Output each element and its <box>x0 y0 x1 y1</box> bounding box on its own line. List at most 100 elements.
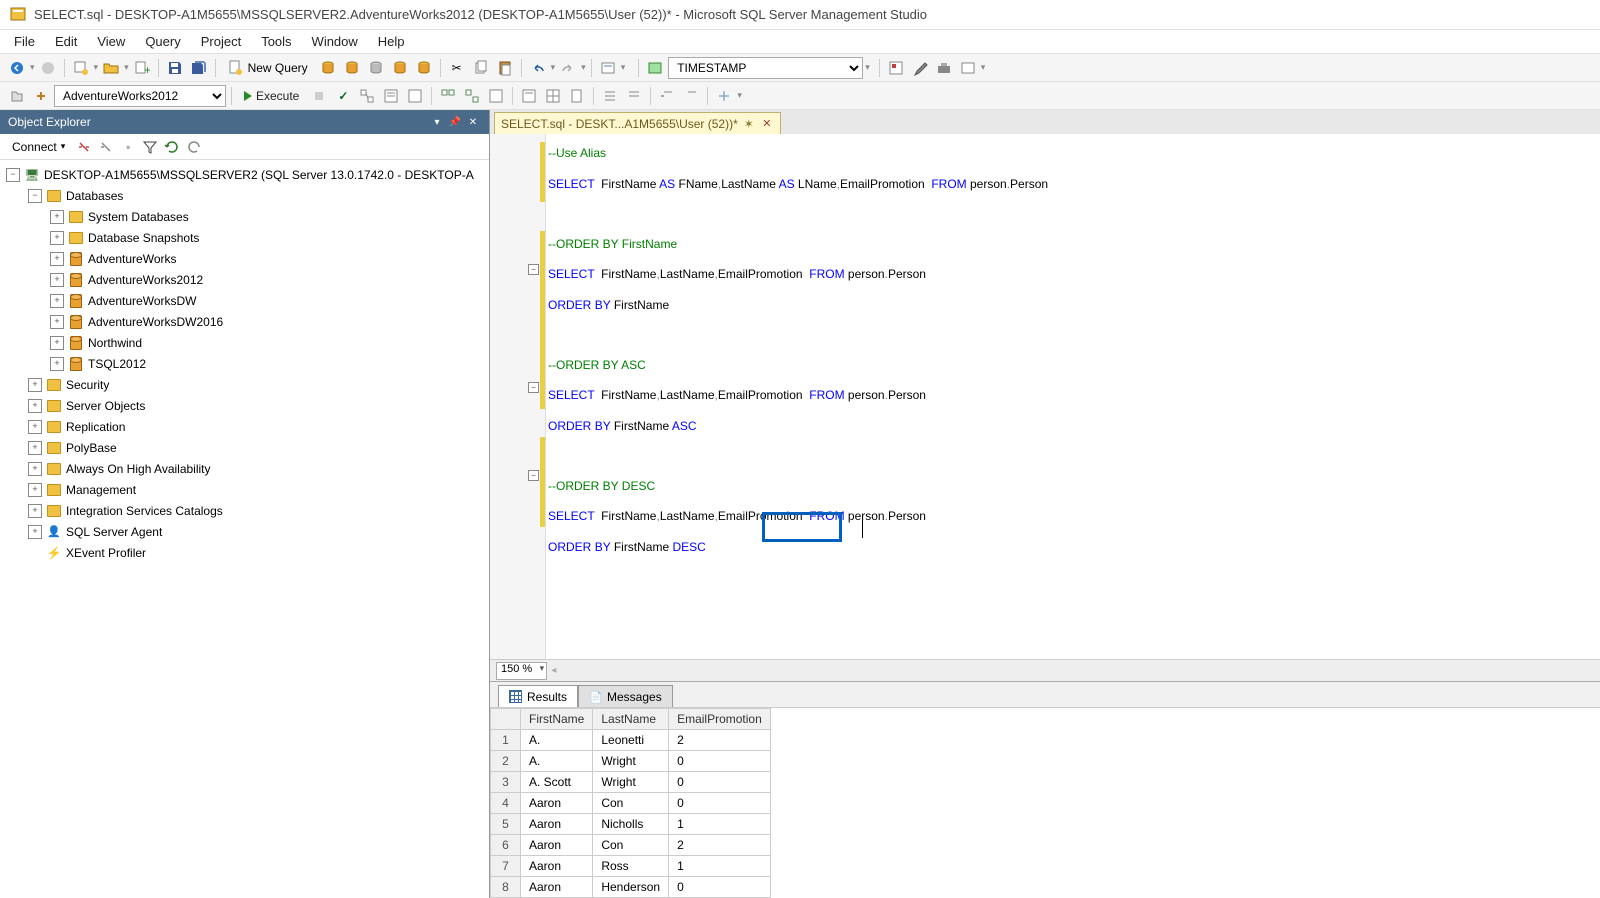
panel-dropdown-button[interactable]: ▾ <box>429 114 445 130</box>
code-text[interactable]: --Use Alias SELECT FirstName AS FName,La… <box>546 134 1600 659</box>
grid-row[interactable]: 2A.Wright0 <box>491 751 771 772</box>
grid-row[interactable]: 6AaronCon2 <box>491 835 771 856</box>
grid-cell[interactable]: Leonetti <box>593 730 669 751</box>
grid-cell[interactable]: Aaron <box>521 877 593 898</box>
code-editor[interactable]: − − − --Use Alias SELECT FirstName AS FN… <box>490 134 1600 659</box>
document-tab[interactable]: SELECT.sql - DESKT...A1M5655\User (52))*… <box>494 112 781 134</box>
grid-row[interactable]: 5AaronNicholls1 <box>491 814 771 835</box>
undo-button[interactable] <box>527 57 549 79</box>
grid-row[interactable]: 4AaronCon0 <box>491 793 771 814</box>
toolbox-button[interactable] <box>933 57 955 79</box>
tree-databases-node[interactable]: −Databases <box>0 185 489 206</box>
filter-disabled-icon[interactable]: ▪ <box>119 138 137 156</box>
messages-tab[interactable]: Messages <box>578 685 673 707</box>
db-query-button-3[interactable] <box>365 57 387 79</box>
grid-cell[interactable]: 1 <box>669 814 771 835</box>
menu-edit[interactable]: Edit <box>45 31 87 52</box>
grid-cell[interactable]: 2 <box>669 835 771 856</box>
grid-row[interactable]: 8AaronHenderson0 <box>491 877 771 898</box>
row-header[interactable]: 4 <box>491 793 521 814</box>
parse-button[interactable] <box>332 85 354 107</box>
save-button[interactable] <box>164 57 186 79</box>
new-query-button[interactable]: New Query <box>221 57 315 79</box>
nav-fwd-button[interactable] <box>37 57 59 79</box>
col-emailpromotion[interactable]: EmailPromotion <box>669 709 771 730</box>
grid-cell[interactable]: Ross <box>593 856 669 877</box>
grid-cell[interactable]: Aaron <box>521 835 593 856</box>
row-header[interactable]: 1 <box>491 730 521 751</box>
tree-management-node[interactable]: +Management <box>0 479 489 500</box>
tree-replication-node[interactable]: +Replication <box>0 416 489 437</box>
include-plan-button[interactable] <box>437 85 459 107</box>
change-connection-button[interactable] <box>30 85 52 107</box>
tree-polybase-node[interactable]: +PolyBase <box>0 437 489 458</box>
grid-cell[interactable]: Aaron <box>521 856 593 877</box>
open-file-button[interactable] <box>100 57 122 79</box>
scroll-left-icon[interactable]: ◂ <box>551 665 556 676</box>
tree-db-node[interactable]: +AdventureWorksDW2016 <box>0 311 489 332</box>
grid-cell[interactable]: 0 <box>669 877 771 898</box>
results-text-button[interactable] <box>518 85 540 107</box>
grid-cell[interactable]: Con <box>593 835 669 856</box>
grid-cell[interactable]: A. <box>521 751 593 772</box>
database-combo[interactable]: AdventureWorks2012 <box>54 85 226 107</box>
tree-db-node[interactable]: +AdventureWorks <box>0 248 489 269</box>
display-plan-button[interactable] <box>356 85 378 107</box>
grid-cell[interactable]: 0 <box>669 772 771 793</box>
tree-security-node[interactable]: +Security <box>0 374 489 395</box>
tree-db-node[interactable]: +AdventureWorksDW <box>0 290 489 311</box>
refresh-parent-button[interactable] <box>185 138 203 156</box>
row-header[interactable]: 6 <box>491 835 521 856</box>
row-header[interactable]: 8 <box>491 877 521 898</box>
grid-cell[interactable]: 1 <box>669 856 771 877</box>
tree-server-node[interactable]: −🖥DESKTOP-A1M5655\MSSQLSERVER2 (SQL Serv… <box>0 164 489 185</box>
menu-view[interactable]: View <box>87 31 135 52</box>
grid-cell[interactable]: A. Scott <box>521 772 593 793</box>
grid-cell[interactable]: 0 <box>669 793 771 814</box>
tab-close-button[interactable]: ✕ <box>760 117 774 131</box>
uncomment-button[interactable] <box>623 85 645 107</box>
filter-button[interactable] <box>141 138 159 156</box>
tree-db-node[interactable]: +AdventureWorks2012 <box>0 269 489 290</box>
grid-cell[interactable]: Henderson <box>593 877 669 898</box>
grid-cell[interactable]: 0 <box>669 751 771 772</box>
paste-button[interactable] <box>494 57 516 79</box>
client-stats-button[interactable] <box>485 85 507 107</box>
results-file-button[interactable] <box>566 85 588 107</box>
menu-project[interactable]: Project <box>191 31 251 52</box>
outdent-button[interactable] <box>680 85 702 107</box>
panel-close-button[interactable]: ✕ <box>465 114 481 130</box>
grid-cell[interactable]: Wright <box>593 772 669 793</box>
type-combo[interactable]: TIMESTAMP <box>668 57 863 79</box>
grid-cell[interactable]: A. <box>521 730 593 751</box>
comment-button[interactable] <box>599 85 621 107</box>
row-header[interactable]: 3 <box>491 772 521 793</box>
nav-back-button[interactable] <box>6 57 28 79</box>
activity-button[interactable] <box>644 57 666 79</box>
tree-alwayson-node[interactable]: +Always On High Availability <box>0 458 489 479</box>
tree-agent-node[interactable]: +SQL Server Agent <box>0 521 489 542</box>
tree-intsvc-node[interactable]: +Integration Services Catalogs <box>0 500 489 521</box>
menu-query[interactable]: Query <box>135 31 190 52</box>
row-header[interactable]: 7 <box>491 856 521 877</box>
view-button[interactable] <box>957 57 979 79</box>
object-tree[interactable]: −🖥DESKTOP-A1M5655\MSSQLSERVER2 (SQL Serv… <box>0 160 489 898</box>
new-project-button[interactable] <box>70 57 92 79</box>
db-query-button-4[interactable] <box>389 57 411 79</box>
menu-help[interactable]: Help <box>368 31 415 52</box>
properties-button[interactable] <box>909 57 931 79</box>
results-grid[interactable]: FirstName LastName EmailPromotion 1A.Leo… <box>490 708 1600 898</box>
grid-cell[interactable]: Con <box>593 793 669 814</box>
tree-xevent-node[interactable]: XEvent Profiler <box>0 542 489 563</box>
grid-cell[interactable]: Aaron <box>521 814 593 835</box>
row-header[interactable]: 5 <box>491 814 521 835</box>
db-query-button-2[interactable] <box>341 57 363 79</box>
menu-window[interactable]: Window <box>302 31 368 52</box>
add-item-button[interactable]: + <box>131 57 153 79</box>
grid-cell[interactable]: Wright <box>593 751 669 772</box>
connect-button[interactable]: Connect▾ <box>6 138 71 156</box>
stop-connect-button[interactable] <box>97 138 115 156</box>
db-query-button-1[interactable] <box>317 57 339 79</box>
grid-row[interactable]: 3A. ScottWright0 <box>491 772 771 793</box>
tree-serverobj-node[interactable]: +Server Objects <box>0 395 489 416</box>
